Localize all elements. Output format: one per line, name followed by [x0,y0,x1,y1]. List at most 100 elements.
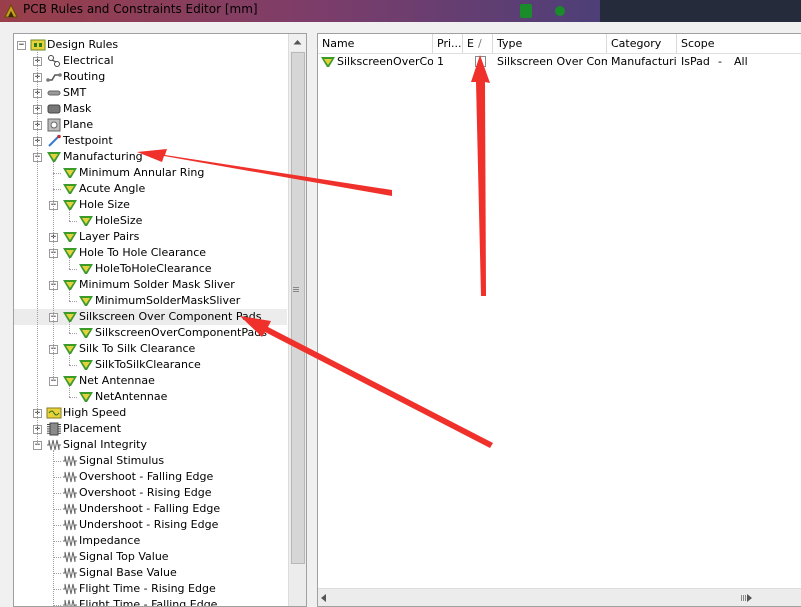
tree-item-label: HoleToHoleClearance [95,262,212,275]
tree-item-signal-top-value[interactable]: Signal Top Value [14,549,287,565]
rule-category-cell[interactable]: Manufacturing [611,54,677,70]
tree-item-label: MinimumSolderMaskSliver [95,294,241,307]
tree-item-high-speed[interactable]: + High Speed [14,405,287,421]
tree-item-design-rules[interactable]: − Design Rules [14,37,287,53]
tree-item-overshoot-rising-edge[interactable]: Overshoot - Rising Edge [14,485,287,501]
tree-connector [69,386,70,397]
tree-item-label: High Speed [63,406,127,419]
tree-item-label: Mask [63,102,92,115]
rule-priority-cell[interactable]: 1 [437,54,463,70]
tree-item-label: Hole To Hole Clearance [79,246,207,259]
tree-item-label: Signal Base Value [79,566,177,579]
design-rules-icon [30,38,46,52]
tree-item-silkscreen-over-component-pads[interactable]: − Silkscreen Over Component Pads [14,309,287,325]
tree-item-signal-stimulus[interactable]: Signal Stimulus [14,453,287,469]
tree-connector [69,333,77,334]
column-category-header[interactable]: Category [607,34,677,53]
column-priority-header[interactable]: Pri... [433,34,463,53]
column-type-header[interactable]: Type [493,34,607,53]
tree-connector [69,258,70,269]
tree-item-label: Plane [63,118,94,131]
signal-icon [62,534,78,548]
tree-item-label: Net Antennae [79,374,155,387]
tree-connector [53,509,61,510]
collapse-icon[interactable]: − [17,41,26,50]
tree-item-routing[interactable]: + Routing [14,69,287,85]
tree-connector [53,461,61,462]
tree-item-label: Overshoot - Falling Edge [79,470,214,483]
scroll-thumb[interactable] [291,52,305,564]
rule-name-cell[interactable]: SilkscreenOverComponentPads [337,54,433,70]
rule-enabled-checkbox[interactable] [475,56,486,67]
scroll-grip-icon [293,287,299,288]
rule-icon [78,326,94,340]
rule-scope-kind-cell[interactable]: IsPad [681,54,716,70]
tree-item-overshoot-falling-edge[interactable]: Overshoot - Falling Edge [14,469,287,485]
signal-icon [62,566,78,580]
tree-item-hole-size[interactable]: − Hole Size [14,197,287,213]
tree-item-signal-integrity[interactable]: − Signal Integrity [14,437,287,453]
window-title: PCB Rules and Constraints Editor [mm] [23,2,258,16]
column-enabled-label: E [467,37,474,50]
signal-icon [62,518,78,532]
tree-connector [53,573,61,574]
tree-item-silk-to-silk-clearance[interactable]: − Silk To Silk Clearance [14,341,287,357]
tree-item-placement[interactable]: + Placement [14,421,287,437]
testpoint-icon [46,134,62,148]
scroll-up-button[interactable] [289,34,306,51]
scroll-left-arrow-icon[interactable] [321,594,326,602]
tree-connector [69,322,70,333]
tree-item-silkscreenovercomponentpads-rule[interactable]: SilkscreenOverComponentPads [14,325,287,341]
tree-item-flight-time-falling-edge[interactable]: Flight Time - Falling Edge [14,597,287,606]
scroll-right-arrow-icon[interactable] [747,594,752,602]
tree-item-electrical[interactable]: + Electrical [14,53,287,69]
tree-item-mask[interactable]: + Mask [14,101,287,117]
background-decoration [555,6,565,16]
tree-connector [53,589,61,590]
tree-item-plane[interactable]: + Plane [14,117,287,133]
rule-scope-separator: - [718,55,722,68]
tree-item-holetoholeclearance-rule[interactable]: HoleToHoleClearance [14,261,287,277]
grid-horizontal-scrollbar[interactable] [318,588,801,606]
tree-item-minimum-annular-ring[interactable]: Minimum Annular Ring [14,165,287,181]
tree-item-signal-base-value[interactable]: Signal Base Value [14,565,287,581]
tree-item-layer-pairs[interactable]: + Layer Pairs [14,229,287,245]
signal-integrity-icon [46,438,62,452]
tree-item-holesize-rule[interactable]: HoleSize [14,213,287,229]
rule-icon [62,246,78,260]
tree-item-hole-to-hole-clearance[interactable]: − Hole To Hole Clearance [14,245,287,261]
tree-item-smt[interactable]: + SMT [14,85,287,101]
tree-item-label: Hole Size [79,198,130,211]
tree-item-undershoot-rising-edge[interactable]: Undershoot - Rising Edge [14,517,287,533]
scroll-up-arrow-icon [293,40,302,45]
tree-item-silktosilkclearance-rule[interactable]: SilkToSilkClearance [14,357,287,373]
rule-icon [78,390,94,404]
rule-scope-value-cell[interactable]: All [734,54,794,70]
rule-type-cell[interactable]: Silkscreen Over Component Pads [497,54,607,70]
tree-item-label: Electrical [63,54,114,67]
tree-item-testpoint[interactable]: + Testpoint [14,133,287,149]
tree-item-undershoot-falling-edge[interactable]: Undershoot - Falling Edge [14,501,287,517]
tree-item-impedance[interactable]: Impedance [14,533,287,549]
column-scope-header[interactable]: Scope [677,34,801,53]
tree-item-net-antennae[interactable]: − Net Antennae [14,373,287,389]
tree-vertical-scrollbar[interactable] [288,34,306,606]
tree-item-label: SilkToSilkClearance [95,358,201,371]
tree-item-manufacturing[interactable]: − Manufacturing [14,149,287,165]
tree-item-label: Signal Integrity [63,438,147,451]
tree-item-flight-time-rising-edge[interactable]: Flight Time - Rising Edge [14,581,287,597]
rules-grid-panel: Name Pri... E / Type Category Scope Silk… [317,33,801,607]
rule-row[interactable]: SilkscreenOverComponentPads 1 Silkscreen… [318,54,801,70]
background-decoration [520,4,532,18]
column-name-header[interactable]: Name [318,34,433,53]
tree-item-netantennae-rule[interactable]: NetAntennae [14,389,287,405]
rule-icon [62,182,78,196]
column-enabled-header[interactable]: E / [463,34,493,53]
tree-item-minimum-solder-mask-sliver[interactable]: − Minimum Solder Mask Sliver [14,277,287,293]
tree-item-acute-angle[interactable]: Acute Angle [14,181,287,197]
rule-icon [78,294,94,308]
signal-icon [62,582,78,596]
rules-tree-panel[interactable]: − Design Rules + Electrical + Routing + SMT + Mas… [13,33,307,607]
tree-item-minimumsoldermasksliver-rule[interactable]: MinimumSolderMaskSliver [14,293,287,309]
rule-icon [62,374,78,388]
